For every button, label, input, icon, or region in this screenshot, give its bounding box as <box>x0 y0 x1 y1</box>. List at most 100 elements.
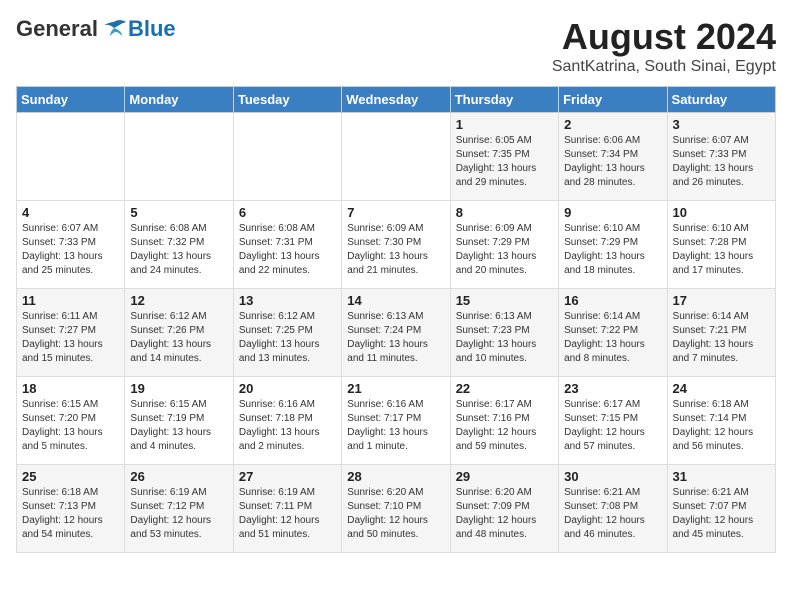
calendar-cell: 13 Sunrise: 6:12 AM Sunset: 7:25 PM Dayli… <box>233 289 341 377</box>
location-subtitle: SantKatrina, South Sinai, Egypt <box>552 58 776 76</box>
cell-info: Sunrise: 6:06 AM Sunset: 7:34 PM Dayligh… <box>564 134 661 190</box>
cell-info: Sunrise: 6:17 AM Sunset: 7:16 PM Dayligh… <box>456 398 553 454</box>
day-number: 13 <box>239 293 336 308</box>
day-number: 18 <box>22 381 119 396</box>
day-number: 7 <box>347 205 444 220</box>
calendar-cell: 21Sunrise: 6:16 AM Sunset: 7:17 PM Dayli… <box>342 377 450 465</box>
calendar-cell: 6 Sunrise: 6:08 AM Sunset: 7:31 PM Daylig… <box>233 201 341 289</box>
calendar-cell: 4 Sunrise: 6:07 AM Sunset: 7:33 PM Daylig… <box>17 201 125 289</box>
calendar-cell: 16 Sunrise: 6:14 AM Sunset: 7:22 PM Dayli… <box>559 289 667 377</box>
calendar-cell <box>342 113 450 201</box>
calendar-cell: 26Sunrise: 6:19 AM Sunset: 7:12 PM Dayli… <box>125 465 233 553</box>
day-number: 29 <box>456 469 553 484</box>
day-number: 10 <box>673 205 770 220</box>
calendar-cell <box>233 113 341 201</box>
day-number: 23 <box>564 381 661 396</box>
cell-info: Sunrise: 6:14 AM Sunset: 7:22 PM Dayligh… <box>564 310 661 366</box>
cell-info: Sunrise: 6:08 AM Sunset: 7:31 PM Dayligh… <box>239 222 336 278</box>
calendar-cell: 27 Sunrise: 6:19 AM Sunset: 7:11 PM Dayli… <box>233 465 341 553</box>
calendar-cell: 3Sunrise: 6:07 AM Sunset: 7:33 PM Daylig… <box>667 113 775 201</box>
cell-info: Sunrise: 6:15 AM Sunset: 7:20 PM Dayligh… <box>22 398 119 454</box>
cell-info: Sunrise: 6:19 AM Sunset: 7:11 PM Dayligh… <box>239 486 336 542</box>
calendar-cell: 29Sunrise: 6:20 AM Sunset: 7:09 PM Dayli… <box>450 465 558 553</box>
day-number: 24 <box>673 381 770 396</box>
calendar-cell: 24 Sunrise: 6:18 AM Sunset: 7:14 PM Dayli… <box>667 377 775 465</box>
cell-info: Sunrise: 6:20 AM Sunset: 7:10 PM Dayligh… <box>347 486 444 542</box>
calendar-cell: 8Sunrise: 6:09 AM Sunset: 7:29 PM Daylig… <box>450 201 558 289</box>
calendar-cell: 18 Sunrise: 6:15 AM Sunset: 7:20 PM Dayli… <box>17 377 125 465</box>
cell-info: Sunrise: 6:12 AM Sunset: 7:25 PM Dayligh… <box>239 310 336 366</box>
calendar-cell: 20 Sunrise: 6:16 AM Sunset: 7:18 PM Dayli… <box>233 377 341 465</box>
cell-info: Sunrise: 6:08 AM Sunset: 7:32 PM Dayligh… <box>130 222 227 278</box>
week-row-3: 11 Sunrise: 6:11 AM Sunset: 7:27 PM Dayli… <box>17 289 776 377</box>
month-year-title: August 2024 <box>552 16 776 58</box>
day-number: 28 <box>347 469 444 484</box>
calendar-cell: 23 Sunrise: 6:17 AM Sunset: 7:15 PM Dayli… <box>559 377 667 465</box>
calendar-cell <box>17 113 125 201</box>
calendar-cell: 31 Sunrise: 6:21 AM Sunset: 7:07 PM Dayli… <box>667 465 775 553</box>
day-number: 15 <box>456 293 553 308</box>
calendar-cell: 25 Sunrise: 6:18 AM Sunset: 7:13 PM Dayli… <box>17 465 125 553</box>
cell-info: Sunrise: 6:21 AM Sunset: 7:07 PM Dayligh… <box>673 486 770 542</box>
page-header: General Blue August 2024 SantKatrina, So… <box>16 16 776 76</box>
cell-info: Sunrise: 6:18 AM Sunset: 7:13 PM Dayligh… <box>22 486 119 542</box>
day-number: 20 <box>239 381 336 396</box>
calendar-cell: 5Sunrise: 6:08 AM Sunset: 7:32 PM Daylig… <box>125 201 233 289</box>
cell-info: Sunrise: 6:07 AM Sunset: 7:33 PM Dayligh… <box>22 222 119 278</box>
day-number: 14 <box>347 293 444 308</box>
cell-info: Sunrise: 6:14 AM Sunset: 7:21 PM Dayligh… <box>673 310 770 366</box>
day-number: 31 <box>673 469 770 484</box>
cell-info: Sunrise: 6:05 AM Sunset: 7:35 PM Dayligh… <box>456 134 553 190</box>
cell-info: Sunrise: 6:13 AM Sunset: 7:24 PM Dayligh… <box>347 310 444 366</box>
cell-info: Sunrise: 6:11 AM Sunset: 7:27 PM Dayligh… <box>22 310 119 366</box>
day-number: 25 <box>22 469 119 484</box>
logo-blue-text: Blue <box>128 16 176 42</box>
day-number: 3 <box>673 117 770 132</box>
day-number: 27 <box>239 469 336 484</box>
calendar-cell: 30 Sunrise: 6:21 AM Sunset: 7:08 PM Dayli… <box>559 465 667 553</box>
week-row-2: 4 Sunrise: 6:07 AM Sunset: 7:33 PM Daylig… <box>17 201 776 289</box>
day-number: 30 <box>564 469 661 484</box>
calendar-cell: 22 Sunrise: 6:17 AM Sunset: 7:16 PM Dayli… <box>450 377 558 465</box>
week-row-4: 18 Sunrise: 6:15 AM Sunset: 7:20 PM Dayli… <box>17 377 776 465</box>
calendar-cell: 11 Sunrise: 6:11 AM Sunset: 7:27 PM Dayli… <box>17 289 125 377</box>
day-number: 2 <box>564 117 661 132</box>
calendar-cell: 12Sunrise: 6:12 AM Sunset: 7:26 PM Dayli… <box>125 289 233 377</box>
cell-info: Sunrise: 6:18 AM Sunset: 7:14 PM Dayligh… <box>673 398 770 454</box>
cell-info: Sunrise: 6:15 AM Sunset: 7:19 PM Dayligh… <box>130 398 227 454</box>
day-number: 4 <box>22 205 119 220</box>
header-friday: Friday <box>559 87 667 113</box>
cell-info: Sunrise: 6:16 AM Sunset: 7:17 PM Dayligh… <box>347 398 444 454</box>
header-wednesday: Wednesday <box>342 87 450 113</box>
calendar-cell: 15 Sunrise: 6:13 AM Sunset: 7:23 PM Dayli… <box>450 289 558 377</box>
cell-info: Sunrise: 6:16 AM Sunset: 7:18 PM Dayligh… <box>239 398 336 454</box>
calendar-cell: 7 Sunrise: 6:09 AM Sunset: 7:30 PM Daylig… <box>342 201 450 289</box>
calendar-cell <box>125 113 233 201</box>
header-sunday: Sunday <box>17 87 125 113</box>
day-number: 22 <box>456 381 553 396</box>
calendar-cell: 28 Sunrise: 6:20 AM Sunset: 7:10 PM Dayli… <box>342 465 450 553</box>
logo: General Blue <box>16 16 176 42</box>
cell-info: Sunrise: 6:10 AM Sunset: 7:29 PM Dayligh… <box>564 222 661 278</box>
calendar-cell: 17Sunrise: 6:14 AM Sunset: 7:21 PM Dayli… <box>667 289 775 377</box>
title-section: August 2024 SantKatrina, South Sinai, Eg… <box>552 16 776 76</box>
header-thursday: Thursday <box>450 87 558 113</box>
day-number: 1 <box>456 117 553 132</box>
header-monday: Monday <box>125 87 233 113</box>
logo-general-text: General <box>16 16 98 42</box>
calendar-cell: 2 Sunrise: 6:06 AM Sunset: 7:34 PM Daylig… <box>559 113 667 201</box>
week-row-5: 25 Sunrise: 6:18 AM Sunset: 7:13 PM Dayli… <box>17 465 776 553</box>
day-number: 9 <box>564 205 661 220</box>
calendar-cell: 10Sunrise: 6:10 AM Sunset: 7:28 PM Dayli… <box>667 201 775 289</box>
header-tuesday: Tuesday <box>233 87 341 113</box>
cell-info: Sunrise: 6:21 AM Sunset: 7:08 PM Dayligh… <box>564 486 661 542</box>
day-number: 6 <box>239 205 336 220</box>
cell-info: Sunrise: 6:09 AM Sunset: 7:30 PM Dayligh… <box>347 222 444 278</box>
cell-info: Sunrise: 6:17 AM Sunset: 7:15 PM Dayligh… <box>564 398 661 454</box>
day-number: 16 <box>564 293 661 308</box>
calendar-table: SundayMondayTuesdayWednesdayThursdayFrid… <box>16 86 776 553</box>
logo-bird-icon <box>100 18 128 40</box>
cell-info: Sunrise: 6:13 AM Sunset: 7:23 PM Dayligh… <box>456 310 553 366</box>
day-number: 11 <box>22 293 119 308</box>
header-saturday: Saturday <box>667 87 775 113</box>
